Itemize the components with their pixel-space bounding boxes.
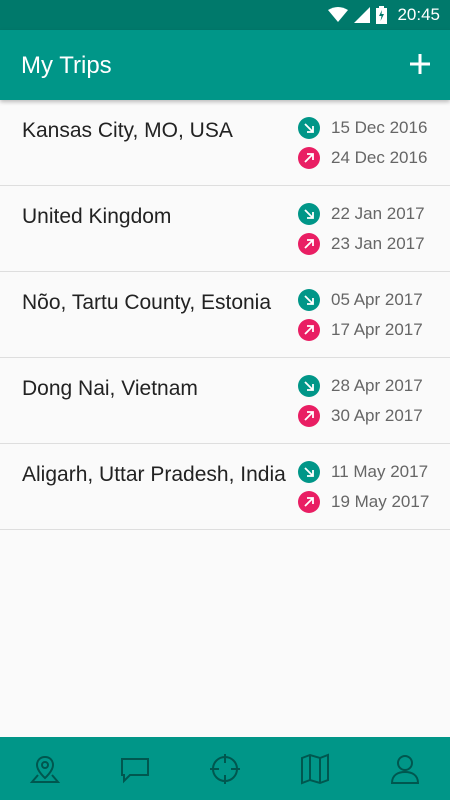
trip-name: Dong Nai, Vietnam [22,377,198,400]
nav-map-button[interactable] [285,737,345,800]
arrival-arrow-icon [298,289,320,311]
trip-row[interactable]: United Kingdom 22 Jan 2017 23 Jan 2017 [0,186,450,272]
arrival-date-line: 28 Apr 2017 [298,375,423,397]
departure-date-line: 17 Apr 2017 [298,319,423,341]
departure-date: 24 Dec 2016 [331,148,428,167]
arrival-date-line: 05 Apr 2017 [298,289,423,311]
trip-row[interactable]: Kansas City, MO, USA 15 Dec 2016 24 Dec … [0,100,450,186]
add-trip-button[interactable] [406,50,434,78]
departure-date-line: 24 Dec 2016 [298,147,427,169]
arrival-date-line: 22 Jan 2017 [298,203,425,225]
person-icon [390,754,420,784]
departure-date-line: 23 Jan 2017 [298,233,425,255]
departure-date: 30 Apr 2017 [331,406,423,425]
arrival-arrow-icon [298,203,320,225]
trip-list: Kansas City, MO, USA 15 Dec 2016 24 Dec … [0,100,450,530]
map-pin-icon [29,755,61,783]
departure-date-line: 30 Apr 2017 [298,405,423,427]
chat-icon [121,757,149,783]
arrival-arrow-icon [298,461,320,483]
departure-date: 23 Jan 2017 [331,234,425,253]
trip-dates: 22 Jan 2017 23 Jan 2017 [298,203,425,263]
departure-arrow-icon [298,147,320,169]
arrival-date: 22 Jan 2017 [331,204,425,223]
arrival-date: 15 Dec 2016 [331,118,428,137]
arrival-date: 11 May 2017 [331,462,429,481]
nav-locate-button[interactable] [195,737,255,800]
plus-icon [410,54,430,74]
departure-date-line: 19 May 2017 [298,491,429,513]
nav-places-button[interactable] [15,737,75,800]
map-icon [301,753,329,784]
arrival-arrow-icon [298,375,320,397]
departure-arrow-icon [298,491,320,513]
trip-row[interactable]: Dong Nai, Vietnam 28 Apr 2017 30 Apr 201… [0,358,450,444]
app-bar: My Trips [0,30,450,100]
trip-name: United Kingdom [22,205,172,228]
trip-dates: 05 Apr 2017 17 Apr 2017 [298,289,423,349]
trip-name: Aligarh, Uttar Pradesh, India [22,463,286,486]
departure-arrow-icon [298,405,320,427]
status-icons: 20:45 [328,5,440,25]
departure-arrow-icon [298,319,320,341]
battery-icon [376,6,388,24]
departure-date: 17 Apr 2017 [331,320,423,339]
nav-chat-button[interactable] [105,737,165,800]
signal-icon [354,7,371,23]
bottom-navigation [0,737,450,800]
departure-arrow-icon [298,233,320,255]
trip-dates: 11 May 2017 19 May 2017 [298,461,429,521]
status-time: 20:45 [397,5,440,24]
arrival-date: 05 Apr 2017 [331,290,423,309]
wifi-icon [328,7,349,22]
trip-row[interactable]: Aligarh, Uttar Pradesh, India 11 May 201… [0,444,450,530]
trip-dates: 15 Dec 2016 24 Dec 2016 [298,117,427,177]
page-title: My Trips [21,52,112,79]
nav-profile-button[interactable] [375,737,435,800]
trip-dates: 28 Apr 2017 30 Apr 2017 [298,375,423,435]
arrival-date-line: 11 May 2017 [298,461,429,483]
status-bar: 20:45 [0,0,450,30]
arrival-date: 28 Apr 2017 [331,376,423,395]
trip-name: Kansas City, MO, USA [22,119,233,142]
trip-row[interactable]: Nõo, Tartu County, Estonia 05 Apr 2017 1… [0,272,450,358]
arrival-arrow-icon [298,117,320,139]
departure-date: 19 May 2017 [331,492,430,511]
crosshair-icon [210,753,240,784]
arrival-date-line: 15 Dec 2016 [298,117,427,139]
trip-name: Nõo, Tartu County, Estonia [22,291,272,314]
